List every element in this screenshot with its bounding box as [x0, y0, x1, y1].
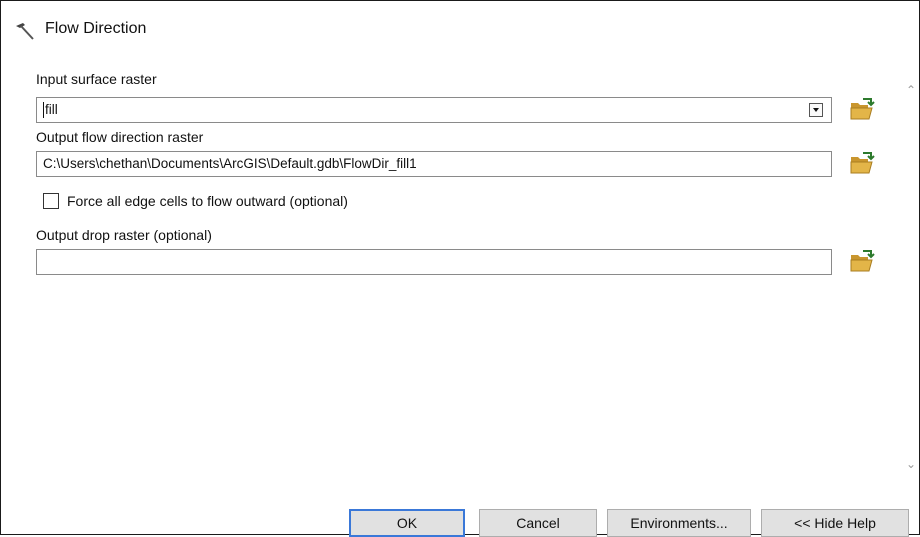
- input-surface-raster-label: Input surface raster: [36, 71, 157, 87]
- input-surface-raster-combobox[interactable]: fill: [36, 97, 832, 123]
- environments-button[interactable]: Environments...: [607, 509, 751, 537]
- browse-input-surface-button[interactable]: [848, 97, 876, 123]
- browse-output-flow-direction-button[interactable]: [848, 151, 876, 177]
- input-surface-raster-value: fill: [45, 102, 58, 117]
- output-flow-direction-raster-value: C:\Users\chethan\Documents\ArcGIS\Defaul…: [43, 156, 417, 171]
- cancel-button[interactable]: Cancel: [479, 509, 597, 537]
- output-flow-direction-raster-input[interactable]: C:\Users\chethan\Documents\ArcGIS\Defaul…: [36, 151, 832, 177]
- chevron-down-icon[interactable]: [809, 103, 823, 117]
- ok-button[interactable]: OK: [349, 509, 465, 537]
- force-edge-checkbox[interactable]: [43, 193, 59, 209]
- open-folder-icon: [850, 98, 875, 120]
- scroll-down-icon[interactable]: ⌄: [906, 457, 916, 471]
- text-caret: [43, 102, 44, 119]
- open-folder-icon: [850, 152, 875, 174]
- scroll-up-icon[interactable]: ⌃: [906, 83, 916, 97]
- hammer-tool-icon: [13, 21, 37, 41]
- title-bar: Flow Direction: [1, 1, 919, 51]
- force-edge-label: Force all edge cells to flow outward (op…: [67, 193, 348, 209]
- output-drop-raster-input[interactable]: [36, 249, 832, 275]
- browse-output-drop-button[interactable]: [848, 249, 876, 275]
- output-drop-raster-label: Output drop raster (optional): [36, 227, 212, 243]
- tool-dialog: Flow Direction Input surface raster fill…: [0, 0, 920, 537]
- output-flow-direction-raster-label: Output flow direction raster: [36, 129, 204, 145]
- open-folder-icon: [850, 250, 875, 272]
- window-title: Flow Direction: [45, 20, 147, 37]
- hide-help-button[interactable]: << Hide Help: [761, 509, 909, 537]
